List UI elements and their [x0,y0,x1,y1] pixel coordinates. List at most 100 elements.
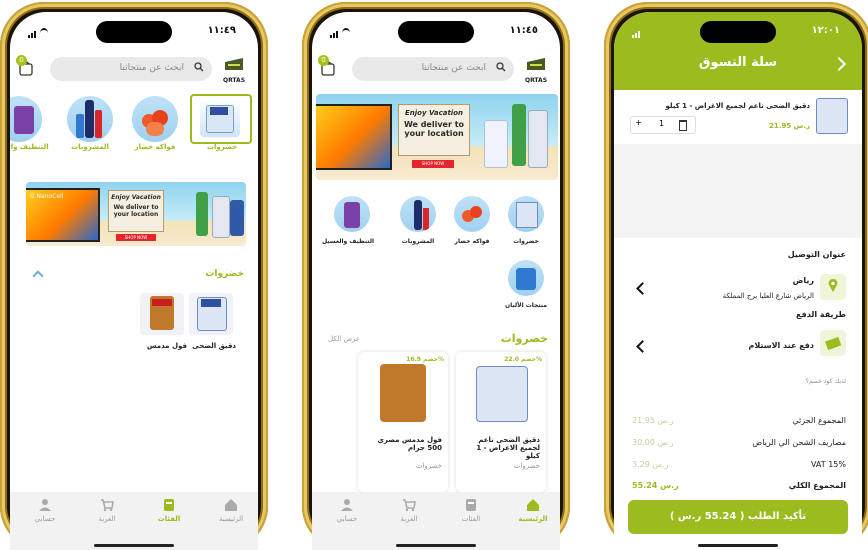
trash-icon[interactable] [679,120,687,131]
signal-icon [632,27,641,39]
product-image [380,364,426,422]
section-title: خضروات [500,332,548,345]
home-icon [225,499,237,511]
cart-badge: 0 [318,55,329,66]
category-label: منتجات الألبان [505,302,547,309]
bottom-nav: الرئيسية الفئات العربة حسابي [312,492,560,550]
product-image [816,98,848,134]
cart-button[interactable]: 0 [318,55,336,76]
nav-categories[interactable]: الفئات [446,498,496,523]
see-all-link[interactable]: عرض الكل [328,335,360,343]
logo-text: QRTAS [524,77,548,84]
address-line: الرياض شارع العليا برج المملكة [722,292,814,300]
chevron-left-icon[interactable] [636,340,649,353]
product-bottle [512,104,526,166]
delivery-title: عنوان التوصيل [787,250,846,259]
qrtas-logo: QRTAS [520,56,552,84]
category-item[interactable] [190,94,252,144]
screen: ١٢:٠١ سلة التسوق دقيق الضحى ناعم لجميع ا… [614,12,862,550]
nav-cart[interactable]: العربة [82,498,132,523]
dairy-icon[interactable] [508,260,544,296]
chevron-up-icon[interactable] [32,270,44,282]
product-bag [484,120,508,168]
rice-bag-icon [200,99,240,137]
nav-label: الفئات [157,515,181,523]
home-indicator [396,544,476,547]
tv-text: G NanoCell [30,193,64,200]
screen: ١١:٤٥ 0 ابحث عن منتجاتنا QRTAS Enjoy Vac… [312,12,560,550]
categories-icon [466,499,476,511]
discount-badge: خصم 22.0% [504,356,542,363]
search-icon [496,62,506,72]
tomatoes-icon[interactable] [454,196,490,232]
product-tile[interactable] [189,293,233,335]
notch [700,21,776,43]
top-bar: 0 ابحث عن منتجاتنا QRTAS [10,52,258,86]
home-icon [527,499,539,511]
cash-icon [820,330,846,356]
cart-item: دقيق الضحى ناعم لجميع الاغراض - 1 كيلو 2… [622,90,854,145]
nav-label: حسابي [336,515,358,523]
product-tile[interactable] [140,293,184,335]
search-input[interactable]: ابحث عن منتجاتنا [50,57,212,81]
drinks-icon[interactable] [400,196,436,232]
search-input[interactable]: ابحث عن منتجاتنا [352,57,514,81]
categories-icon [164,499,174,511]
shop-now-button[interactable]: SHOP NOW [412,160,454,168]
detergent-icon[interactable] [10,96,42,142]
cart-icon [101,499,114,512]
nav-account[interactable]: حسابي [20,498,70,523]
cart-icon [403,499,416,512]
product-name: فول مدمس [146,342,187,350]
product-card[interactable]: خصم 22.0% دقيق الضحى ناعم لجميع الاغراض … [456,352,546,492]
product-box [528,110,548,168]
banner-line1: Enjoy Vacation [405,109,463,117]
nav-label: العربة [98,515,116,523]
product-name: فول مدمس مصري 500 جرام [377,436,442,452]
category-label: فواكه خضار [454,238,490,245]
status-time: ١١:٤٥ [509,25,538,36]
shop-now-button[interactable]: SHOP NOW [116,234,156,241]
nav-home[interactable]: الرئيسية [508,498,558,523]
confirm-order-button[interactable]: تأكيد الطلب ( 55.24 ر.س ) [628,500,848,534]
promo-banner[interactable]: G NanoCell Enjoy Vacation We deliver to … [26,182,246,246]
banner-line2: We deliver to [403,120,465,129]
search-placeholder: ابحث عن منتجاتنا [421,63,486,73]
drinks-icon[interactable] [67,96,113,142]
product-name: دقيق الضحى [192,342,236,350]
product-bag [230,200,244,236]
cart-button[interactable]: 0 [16,55,34,76]
notch [398,21,474,43]
cart-badge: 0 [16,55,27,66]
nav-home[interactable]: الرئيسية [206,498,256,523]
detergent-icon[interactable] [334,196,370,232]
home-indicator [698,544,778,547]
nav-categories[interactable]: الفئات [144,498,194,523]
product-card[interactable]: خصم 16.9% فول مدمس مصري 500 جرام خضروات [358,352,448,492]
plus-icon[interactable]: + [635,118,642,127]
tomatoes-icon[interactable] [132,96,178,142]
nav-account[interactable]: حسابي [322,498,372,523]
promo-banner[interactable]: Enjoy Vacation We deliver to your locati… [316,94,558,180]
summary-total-value: 55.24 ر.س [632,481,679,490]
cart-body-bg [614,144,862,238]
category-label: خضروات [206,143,238,151]
signal-icon [28,27,48,39]
product-category: خضروات [513,462,540,470]
chevron-left-icon[interactable] [636,282,649,295]
summary-value: 21.95 ر.س [632,416,674,425]
product-category: خضروات [415,462,442,470]
nav-cart[interactable]: العربة [384,498,434,523]
phone-home: ١١:٤٥ 0 ابحث عن منتجاتنا QRTAS Enjoy Vac… [302,2,570,550]
screen: ١١:٤٩ 0 ابحث عن منتجاتنا QRTAS خضروات فو… [10,12,258,550]
quantity-stepper[interactable]: + 1 [630,116,696,134]
notch [96,21,172,43]
category-label: خضروات [513,238,539,245]
cart-item-name: دقيق الضحى ناعم لجميع الاغراض - 1 كيلو [665,102,810,110]
banner-line2: We deliver to [113,204,159,211]
address-city: رياض [792,276,814,285]
location-pin-icon [820,274,846,300]
rice-bag-icon[interactable] [508,196,544,232]
coupon-prompt[interactable]: لديك كود خصم؟ [806,378,846,385]
tv-image: G NanoCell [26,188,100,242]
